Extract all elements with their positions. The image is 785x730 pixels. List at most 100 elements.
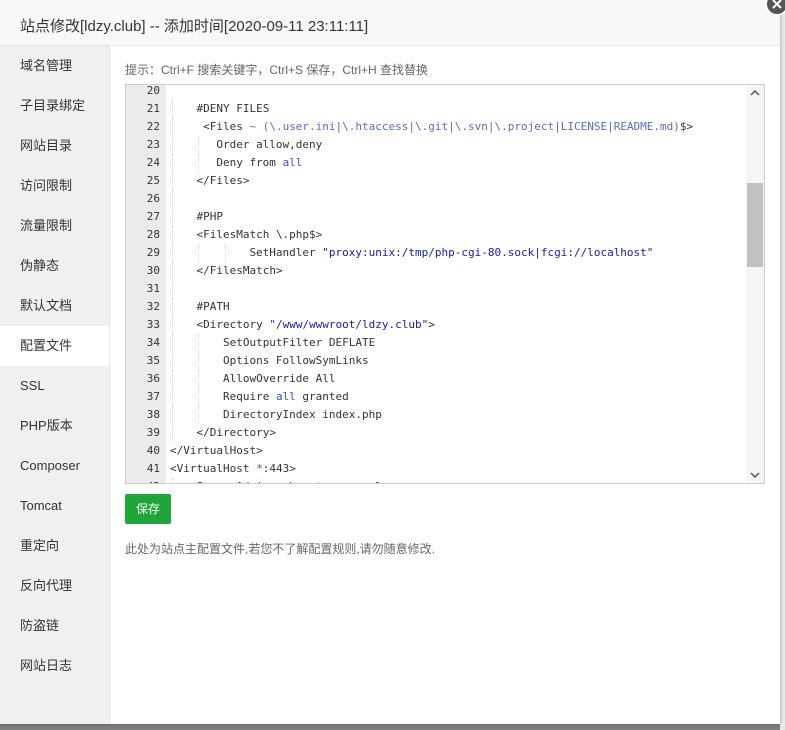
code-text: <Files ~ (\.user.ini|\.htaccess|\.git|\.…: [203, 118, 693, 136]
indent-guide: [172, 136, 173, 154]
indent-guide: [172, 316, 173, 334]
scroll-up-arrow-icon[interactable]: [746, 85, 764, 101]
code-line: 22 <Files ~ (\.user.ini|\.htaccess|\.git|…: [126, 118, 746, 136]
sidebar-item[interactable]: Tomcat: [0, 486, 109, 526]
indent-guide: [198, 334, 200, 352]
line-number: 31: [146, 282, 160, 295]
code-line: 28 <FilesMatch \.php$>: [126, 226, 746, 244]
sidebar-item[interactable]: 域名管理: [0, 46, 109, 86]
indent-guide: [172, 208, 173, 226]
code-text: SetHandler "proxy:unix:/tmp/php-cgi-80.s…: [249, 244, 653, 262]
code-text: #DENY FILES: [196, 100, 269, 118]
code-text: <Directory "/www/wwwroot/ldzy.club">: [196, 316, 434, 334]
code-token: Deny from: [216, 156, 283, 169]
code-text: #PATH: [196, 298, 229, 316]
line-number: 28: [146, 228, 160, 241]
code-text: SetOutputFilter DEFLATE: [223, 334, 375, 352]
code-line: 38 DirectoryIndex index.php: [126, 406, 746, 424]
editor-vertical-scrollbar[interactable]: [746, 85, 764, 483]
code-token: #DENY FILES: [196, 102, 270, 115]
code-token: *: [256, 462, 263, 475]
config-code-editor[interactable]: 20 21 #DENY FILES 22 <Files ~ (\.user.ini|\.…: [125, 84, 765, 484]
line-number: 33: [146, 318, 160, 331]
sidebar-item[interactable]: 配置文件: [0, 326, 109, 366]
code-line: 42 ServerAdmin webmaster@example.com: [126, 478, 746, 483]
code-token: DirectoryIndex index.php: [222, 408, 382, 421]
code-token: <VirtualHost: [170, 462, 257, 475]
sidebar-item[interactable]: 重定向: [0, 526, 109, 566]
code-token: <Files: [203, 120, 250, 133]
indent-guide: [198, 244, 200, 262]
indent-guide: [172, 370, 173, 388]
indent-guide: [172, 172, 173, 190]
shortcut-hint: 提示：Ctrl+F 搜索关键字，Ctrl+S 保存，Ctrl+H 查找替换: [125, 63, 429, 77]
sidebar-item[interactable]: 网站目录: [0, 126, 109, 166]
code-line: 20: [126, 85, 746, 100]
save-button[interactable]: 保存: [125, 494, 171, 524]
line-number: 40: [146, 444, 160, 457]
code-text: AllowOverride All: [223, 370, 336, 388]
indent-guide: [172, 406, 173, 424]
site-edit-dialog: 站点修改[ldzy.club] -- 添加时间[2020-09-11 23:11…: [0, 0, 780, 724]
line-number: 25: [146, 174, 160, 187]
line-number: 39: [146, 426, 160, 439]
code-token: AllowOverride All: [222, 372, 336, 385]
sidebar-item[interactable]: 伪静态: [0, 246, 109, 286]
sidebar-item[interactable]: 子目录绑定: [0, 86, 109, 126]
code-token: SetHandler: [249, 246, 323, 259]
indent-guide: [198, 370, 200, 388]
line-number: 41: [146, 462, 160, 475]
line-number: 34: [146, 336, 160, 349]
code-token: </VirtualHost>: [170, 444, 263, 457]
indent-guide: [172, 262, 173, 280]
line-number: 21: [146, 102, 160, 115]
code-text: <VirtualHost *:443>: [170, 460, 296, 478]
scroll-down-arrow-icon[interactable]: [746, 467, 764, 483]
sidebar-item[interactable]: 反向代理: [0, 566, 109, 606]
code-token: >: [428, 318, 435, 331]
code-line: 23 Order allow,deny: [126, 136, 746, 154]
indent-guide: [172, 226, 173, 244]
sidebar-item[interactable]: SSL: [0, 366, 109, 406]
code-token: :443>: [262, 462, 296, 475]
sidebar-item[interactable]: 默认文档: [0, 286, 109, 326]
sidebar-item[interactable]: Composer: [0, 446, 109, 486]
indent-guide: [172, 154, 173, 172]
code-line: 40 </VirtualHost>: [126, 442, 746, 460]
code-text: </FilesMatch>: [196, 262, 282, 280]
sidebar-item[interactable]: 防盗链: [0, 606, 109, 646]
code-token: ~ (\.user.ini|\.htaccess|\.git|\.svn|\.p…: [249, 120, 680, 133]
indent-guide: [198, 406, 200, 424]
indent-guide: [198, 136, 200, 154]
indent-guide: [198, 352, 200, 370]
code-text: ServerAdmin webmaster@example.com: [196, 478, 415, 483]
code-token: #PATH: [196, 300, 230, 313]
line-number: 30: [146, 264, 160, 277]
code-text: #PHP: [196, 208, 223, 226]
code-line: 29 SetHandler "proxy:unix:/tmp/php-cgi-80…: [126, 244, 746, 262]
code-token: <FilesMatch \.php$>: [196, 228, 323, 241]
code-token: ServerAdmin webmaster@example.com: [196, 480, 415, 483]
code-token: "proxy:unix:/tmp/php-cgi-80.sock|fcgi://…: [322, 246, 654, 259]
indent-guide: [172, 334, 173, 352]
line-number: 37: [146, 390, 160, 403]
code-line: 32 #PATH: [126, 298, 746, 316]
code-line: 39 </Directory>: [126, 424, 746, 442]
indent-guide: [172, 352, 173, 370]
code-line: 31: [126, 280, 746, 298]
code-line: 33 <Directory "/www/wwwroot/ldzy.club">: [126, 316, 746, 334]
line-number: 35: [146, 354, 160, 367]
code-line: 27 #PHP: [126, 208, 746, 226]
code-content[interactable]: 20 21 #DENY FILES 22 <Files ~ (\.user.ini|\.…: [126, 85, 746, 483]
scrollbar-thumb[interactable]: [747, 183, 763, 267]
sidebar-item[interactable]: 网站日志: [0, 646, 109, 686]
indent-guide: [224, 244, 226, 262]
code-token: </Directory>: [196, 426, 276, 439]
indent-guide: [172, 100, 173, 118]
sidebar-item[interactable]: 流量限制: [0, 206, 109, 246]
code-text: </Directory>: [196, 424, 275, 442]
code-line: 34 SetOutputFilter DEFLATE: [126, 334, 746, 352]
sidebar-item[interactable]: PHP版本: [0, 406, 109, 446]
code-token: granted: [295, 390, 349, 403]
sidebar-item[interactable]: 访问限制: [0, 166, 109, 206]
